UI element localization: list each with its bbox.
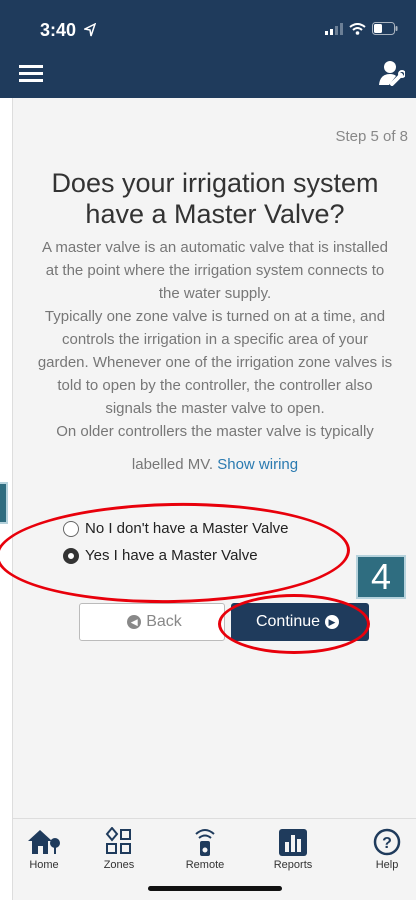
description-line: the water supply. xyxy=(158,285,272,302)
show-wiring-link[interactable]: Show wiring xyxy=(217,456,298,473)
menu-button[interactable] xyxy=(16,58,46,88)
back-button[interactable]: ◀ Back xyxy=(79,603,225,641)
option-label: No I don't have a Master Valve xyxy=(85,520,289,537)
battery-icon xyxy=(372,22,398,35)
master-valve-options: No I don't have a Master Valve Yes I hav… xyxy=(63,520,289,574)
signal-icon xyxy=(325,22,343,35)
status-bar: 3:40 xyxy=(0,0,416,50)
zones-icon xyxy=(105,827,131,854)
wizard-page: Step 5 of 8 Does your irrigation system … xyxy=(12,98,416,818)
description-line-last: labelled MV. Show wiring xyxy=(19,453,411,476)
tab-home[interactable]: Home xyxy=(9,827,79,871)
app-bar xyxy=(0,50,416,98)
tab-label: Reports xyxy=(273,859,313,871)
remote-icon xyxy=(195,829,215,856)
chevron-right-circle-icon: ▶ xyxy=(325,615,340,629)
option-no-master-valve[interactable]: No I don't have a Master Valve xyxy=(63,520,289,537)
page-title-line: have a Master Valve? xyxy=(85,199,345,229)
wifi-icon xyxy=(349,22,366,35)
chevron-left-circle-icon: ◀ xyxy=(127,615,142,629)
continue-button[interactable]: Continue ▶ xyxy=(231,603,369,641)
annotation-callout-number: 4 xyxy=(356,555,406,599)
description-line: told to open by the controller, the cont… xyxy=(57,377,373,394)
home-icon xyxy=(28,830,60,854)
status-time: 3:40 xyxy=(40,20,77,40)
tab-label: Zones xyxy=(103,859,135,871)
option-label: Yes I have a Master Valve xyxy=(85,547,258,564)
tab-reports[interactable]: Reports xyxy=(258,827,328,871)
description-line: controls the irrigation in a specific ar… xyxy=(62,331,368,348)
tab-label: Help xyxy=(375,859,399,871)
tab-zones[interactable]: Zones xyxy=(84,827,154,871)
svg-text:?: ? xyxy=(382,835,392,852)
tab-label: Remote xyxy=(185,859,225,871)
description-line: signals the master valve to open. xyxy=(105,400,325,417)
tab-remote[interactable]: Remote xyxy=(170,827,240,871)
description-line: On older controllers the master valve is… xyxy=(56,423,374,440)
description: A master valve is an automatic valve tha… xyxy=(19,236,411,476)
hamburger-menu-icon xyxy=(19,65,43,82)
page-title-line: Does your irrigation system xyxy=(51,168,379,198)
continue-button-label: Continue xyxy=(255,613,321,630)
back-button-label: Back xyxy=(146,613,182,630)
description-line: at the point where the irrigation system… xyxy=(45,262,385,279)
annotation-marker xyxy=(0,482,8,524)
help-icon: ? xyxy=(373,828,401,856)
installer-settings-button[interactable] xyxy=(374,56,408,90)
reports-icon xyxy=(279,829,307,856)
location-arrow-icon xyxy=(84,23,96,37)
description-line: garden. Whenever one of the irrigation z… xyxy=(37,354,393,371)
tab-help[interactable]: ? Help xyxy=(352,827,416,871)
radio-unchecked[interactable] xyxy=(63,520,79,537)
description-line: Typically one zone valve is turned on at… xyxy=(44,308,386,325)
description-text: labelled MV. xyxy=(131,456,214,473)
option-yes-master-valve[interactable]: Yes I have a Master Valve xyxy=(63,547,289,564)
page-title: Does your irrigation system have a Maste… xyxy=(13,168,416,230)
status-icons xyxy=(325,22,398,35)
radio-checked[interactable] xyxy=(63,547,79,564)
step-indicator: Step 5 of 8 xyxy=(335,128,408,145)
description-line: A master valve is an automatic valve tha… xyxy=(42,239,388,256)
wrench-user-icon xyxy=(379,61,405,86)
home-indicator xyxy=(148,886,282,891)
tab-label: Home xyxy=(29,859,59,871)
